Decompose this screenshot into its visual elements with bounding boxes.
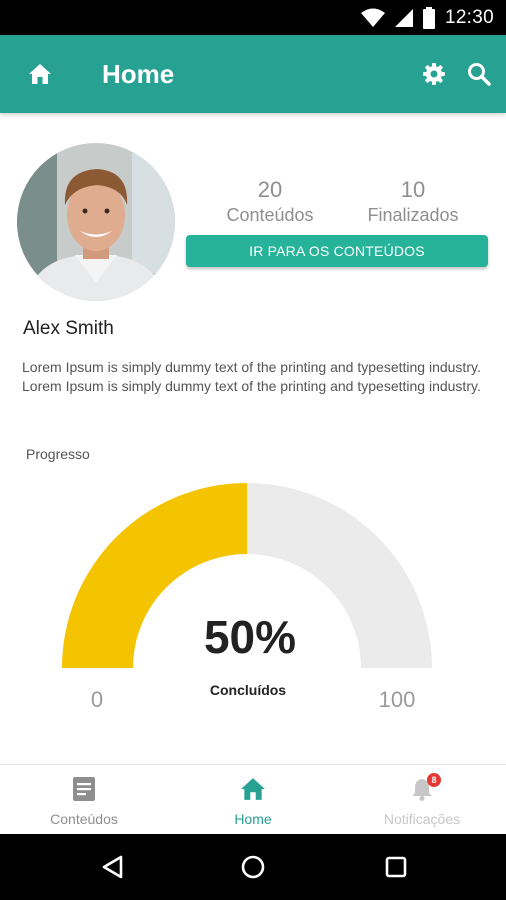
progress-caption: Concluídos (209, 682, 287, 698)
nav-icon-wrap (73, 775, 95, 803)
stat-finalizados-label: Finalizados (367, 205, 459, 225)
app-bar: Home (0, 35, 506, 113)
progress-label: Progresso (26, 446, 90, 462)
gauge-min-label: 0 (90, 687, 104, 712)
signal-icon (394, 8, 413, 27)
gauge-max-label: 100 (378, 687, 416, 712)
status-bar: 12:30 (0, 0, 506, 35)
status-time: 12:30 (444, 6, 494, 28)
nav-item-notificacoes[interactable]: 8 Notificações (338, 765, 506, 835)
stat-conteudos-label: Conteúdos (226, 205, 314, 225)
home-button[interactable] (20, 59, 60, 89)
nav-label-conteudos: Conteúdos (50, 811, 118, 827)
progress-value: 50% (203, 611, 297, 663)
nav-label-notificacoes: Notificações (383, 811, 461, 827)
go-to-contents-button[interactable]: IR PARA OS CONTEÚDOS (186, 235, 488, 267)
stat-finalizados: 10 Finalizados (358, 177, 468, 226)
nav-item-conteudos[interactable]: Conteúdos (0, 765, 168, 835)
avatar (17, 143, 175, 301)
home-icon (29, 64, 51, 84)
nav-icon-wrap: 8 (411, 773, 441, 803)
user-bio: Lorem Ipsum is simply dummy text of the … (22, 359, 481, 394)
wifi-icon (360, 8, 385, 27)
system-home-button[interactable] (233, 848, 273, 886)
bottom-nav: Conteúdos Home 8 Notificações (0, 764, 506, 834)
search-icon (468, 63, 491, 86)
settings-icon (423, 63, 445, 85)
battery-icon (422, 6, 435, 29)
stat-conteudos-value: 20 (257, 177, 283, 202)
status-icons: 12:30 (360, 0, 494, 35)
home-circle-icon (241, 855, 265, 879)
recents-icon (385, 856, 407, 878)
nav-icon-wrap (240, 775, 266, 803)
back-icon (102, 855, 123, 879)
user-name: Alex Smith (23, 318, 114, 339)
profile-photo (17, 143, 175, 301)
settings-button[interactable] (417, 59, 451, 89)
nav-item-home[interactable]: Home (169, 765, 337, 835)
notification-badge: 8 (427, 773, 441, 787)
system-nav-bar (0, 834, 506, 900)
system-recents-button[interactable] (376, 848, 416, 886)
search-button[interactable] (462, 59, 496, 89)
nav-label-home: Home (234, 811, 272, 827)
stat-finalizados-value: 10 (400, 177, 426, 202)
page-title: Home (102, 59, 175, 89)
home-icon (241, 778, 265, 800)
document-icon (73, 777, 95, 801)
system-back-button[interactable] (93, 848, 133, 886)
stat-conteudos: 20 Conteúdos (220, 177, 320, 226)
